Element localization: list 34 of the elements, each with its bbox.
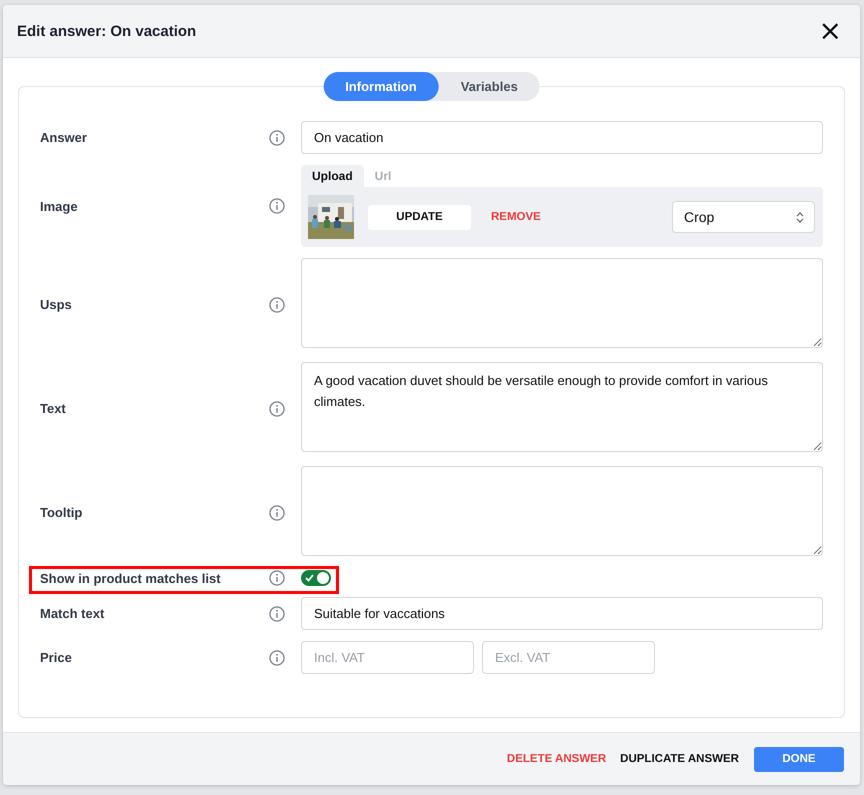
done-button[interactable]: DONE — [754, 746, 844, 772]
check-icon — [305, 574, 314, 582]
crop-select[interactable]: Crop — [672, 201, 815, 233]
field-label: Text — [40, 401, 67, 416]
info-icon[interactable] — [269, 504, 285, 520]
info-icon[interactable] — [269, 650, 285, 666]
field-label: Answer — [40, 130, 88, 145]
field-label: Tooltip — [40, 505, 84, 520]
update-button[interactable]: UPDATE — [368, 204, 471, 230]
info-icon[interactable] — [269, 606, 285, 622]
text-field[interactable]: Suitable for vaccations — [301, 597, 823, 630]
chevron-updown-icon — [796, 210, 804, 224]
field-label: Match text — [40, 606, 106, 621]
tab[interactable]: Information — [323, 72, 439, 101]
dialog-title: Edit answer: On vacation — [17, 22, 196, 40]
toggle-switch[interactable] — [301, 570, 331, 586]
field-label: Usps — [40, 297, 73, 312]
field-label: Price — [40, 650, 73, 665]
text-area[interactable]: A good vacation duvet should be versatile enough to provide comfort in various climates. — [301, 362, 823, 452]
delete-answer-button[interactable]: DELETE ANSWER — [500, 746, 614, 772]
price-field[interactable]: Incl. VAT — [301, 641, 474, 674]
field-label: Show in product matches list — [40, 570, 222, 586]
info-icon[interactable] — [269, 130, 285, 146]
info-icon[interactable] — [269, 570, 285, 586]
tab[interactable]: Variables — [438, 72, 540, 101]
price-field[interactable]: Excl. VAT — [482, 641, 655, 674]
close-button[interactable]: × — [818, 17, 842, 45]
info-icon[interactable] — [269, 296, 285, 312]
info-icon[interactable] — [269, 400, 285, 416]
duplicate-answer-button[interactable]: DUPLICATE ANSWER — [613, 746, 746, 772]
field-label: Image — [40, 198, 79, 214]
info-icon[interactable] — [269, 198, 285, 214]
source-tab[interactable]: Upload — [301, 165, 364, 187]
text-field[interactable]: On vacation — [301, 121, 823, 154]
